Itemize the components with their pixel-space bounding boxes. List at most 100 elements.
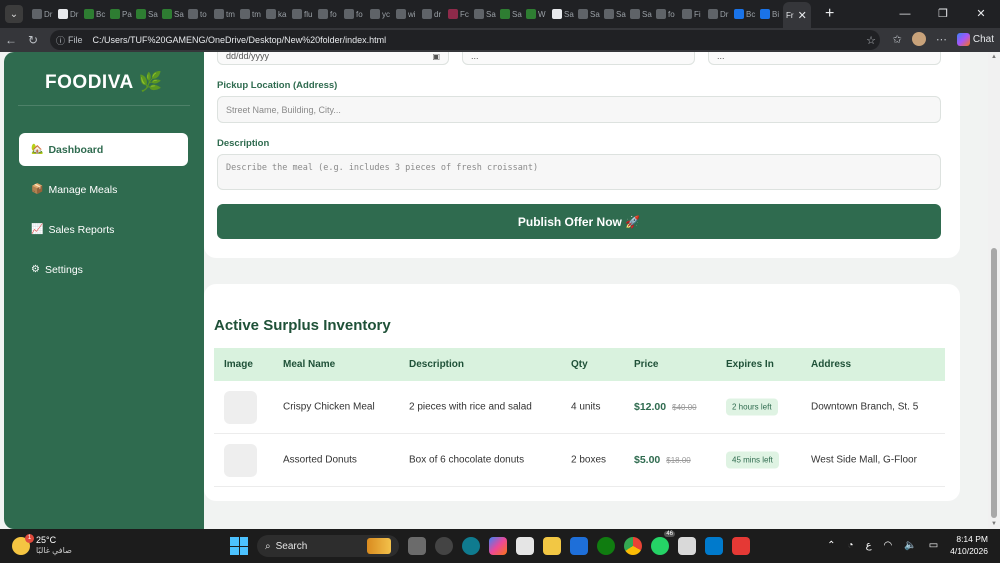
chrome-icon[interactable] (624, 537, 642, 555)
whatsapp-icon[interactable]: 46 (651, 531, 675, 555)
input-language[interactable]: ع (866, 540, 872, 551)
meal-price-cell: $5.00 $18.00 (634, 454, 691, 466)
quantity-field[interactable]: ... (708, 52, 941, 65)
scrollbar-thumb[interactable] (991, 248, 997, 518)
browser-tab[interactable]: yc (367, 3, 393, 25)
browser-tab[interactable]: Sa (497, 3, 523, 25)
browser-tab[interactable]: Dr (705, 3, 731, 25)
browser-tab[interactable]: Pa (107, 3, 133, 25)
clock[interactable]: 8:14 PM 4/10/2026 (950, 533, 988, 557)
sidebar-item-settings[interactable]: ⚙ Settings (19, 253, 188, 286)
sidebar-item-sales-reports[interactable]: 📈 Sales Reports (19, 213, 188, 246)
browser-tab[interactable]: Sa (575, 3, 601, 25)
browser-tab[interactable]: to (185, 3, 211, 25)
task-view-icon[interactable] (408, 537, 426, 555)
dashboard-icon: 🏡 (31, 144, 44, 155)
copilot-chat-button[interactable]: Chat (956, 32, 994, 46)
browser-tab[interactable]: Fi (679, 3, 705, 25)
snipping-tool-icon[interactable] (678, 537, 696, 555)
tray-app-icon[interactable]: ◔ (848, 540, 854, 551)
tab-favicon-icon (292, 9, 302, 19)
expires-cell: 45 mins left (726, 451, 779, 469)
browser-tab[interactable]: Fc (445, 3, 471, 25)
weather-widget[interactable]: 1 25°C صافي غالبًا (12, 533, 72, 556)
profile-avatar[interactable] (911, 32, 926, 46)
browser-tab[interactable]: Bc (731, 3, 757, 25)
browser-tab[interactable]: Dr (55, 3, 81, 25)
battery-icon[interactable]: ▭ (929, 540, 938, 551)
info-icon[interactable]: ⓘ (56, 34, 65, 47)
browser-tab[interactable]: tm (211, 3, 237, 25)
youtube-icon[interactable] (732, 537, 750, 555)
browser-tab[interactable]: Sa (133, 3, 159, 25)
reload-button[interactable]: ↻ (22, 33, 44, 47)
description-textarea[interactable]: Describe the meal (e.g. includes 3 piece… (217, 154, 941, 190)
minimize-button[interactable]: — (886, 0, 924, 28)
sidebar-item-dashboard[interactable]: 🏡 Dashboard (19, 133, 188, 166)
maximize-button[interactable]: ❐ (924, 0, 962, 28)
store-icon[interactable] (516, 537, 534, 555)
tab-label: Sa (486, 9, 496, 19)
sidebar-item-manage-meals[interactable]: 📦 Manage Meals (19, 173, 188, 206)
column-header: Meal Name (283, 359, 336, 370)
edge-icon[interactable] (462, 537, 480, 555)
pickup-date-field[interactable]: dd/dd/yyyy ▣ (217, 52, 449, 65)
search-highlight-icon (367, 538, 391, 554)
browser-tab[interactable]: fo (315, 3, 341, 25)
tab-favicon-icon (474, 9, 484, 19)
browser-tab[interactable]: Bc (81, 3, 107, 25)
temperature: 25°C (36, 535, 57, 545)
browser-tab[interactable]: ka (263, 3, 289, 25)
vscode-insiders-icon[interactable] (570, 537, 588, 555)
close-tab-icon[interactable]: ✕ (798, 9, 807, 22)
browser-tab[interactable]: W (523, 3, 549, 25)
publish-offer-button[interactable]: Publish Offer Now 🚀 (217, 204, 941, 239)
close-window-button[interactable]: ✕ (962, 0, 1000, 28)
tab-label: fo (668, 9, 675, 19)
start-button[interactable] (230, 537, 248, 555)
page-viewport: FOODIVA 🌿 🏡 Dashboard 📦 Manage Meals 📈 Sales … (0, 52, 1000, 529)
browser-tab[interactable]: dr (419, 3, 445, 25)
browser-tab[interactable]: tm (237, 3, 263, 25)
tab-active[interactable]: Fr ✕ (783, 2, 811, 28)
browser-tab[interactable]: fo (653, 3, 679, 25)
calendar-icon[interactable]: ▣ (432, 52, 440, 61)
browser-tab[interactable]: Sa (627, 3, 653, 25)
file-explorer-icon[interactable] (543, 537, 561, 555)
sidebar-item-label: Settings (44, 263, 83, 276)
tab-label: Dr (720, 9, 729, 19)
taskbar-search[interactable]: ⌕ Search (257, 535, 399, 557)
page-scrollbar[interactable]: ▲ ▼ (988, 52, 1000, 529)
back-button[interactable]: ← (0, 33, 22, 47)
tab-label: fo (356, 9, 363, 19)
browser-tab[interactable]: flu (289, 3, 315, 25)
browser-tab[interactable]: Bi (757, 3, 783, 25)
xbox-icon[interactable] (597, 537, 615, 555)
browser-tab[interactable]: wi (393, 3, 419, 25)
more-menu-icon[interactable]: ⋯ (936, 33, 947, 46)
tray-overflow-icon[interactable]: ⌃ (827, 540, 835, 551)
browser-tab[interactable]: Sa (549, 3, 575, 25)
new-tab-button[interactable]: + (825, 5, 834, 23)
tab-search-button[interactable]: ⌄ (5, 5, 23, 23)
tab-label: tm (252, 9, 261, 19)
copilot-app-icon[interactable] (435, 537, 453, 555)
browser-tab[interactable]: fo (341, 3, 367, 25)
browser-tab[interactable]: Sa (601, 3, 627, 25)
browser-tab[interactable]: Sa (471, 3, 497, 25)
scroll-up-arrow[interactable]: ▲ (990, 54, 998, 60)
browser-tab[interactable]: Dr (29, 3, 55, 25)
scroll-down-arrow[interactable]: ▼ (990, 521, 998, 527)
copilot-icon-taskbar[interactable] (489, 537, 507, 555)
wifi-icon[interactable]: ◠ (884, 540, 893, 551)
browser-tab[interactable]: Sa (159, 3, 185, 25)
windows-taskbar: 1 25°C صافي غالبًا ⌕ Search 46 ⌃ ◔ ع ◠ 🔈… (0, 529, 1000, 563)
system-tray: ⌃ ◔ ع ◠ 🔈 ▭ 8:14 PM 4/10/2026 (827, 533, 988, 557)
pickup-location-input[interactable]: Street Name, Building, City... (217, 96, 941, 123)
bookmark-star-icon[interactable]: ☆ (866, 34, 876, 47)
volume-icon[interactable]: 🔈 (904, 540, 916, 551)
vscode-icon[interactable] (705, 537, 723, 555)
price-field[interactable]: ... (462, 52, 695, 65)
favorites-icon[interactable]: ✩ (893, 33, 902, 46)
url-field[interactable]: ⓘ File C:/Users/TUF%20GAMENG/OneDrive/De… (50, 30, 880, 50)
